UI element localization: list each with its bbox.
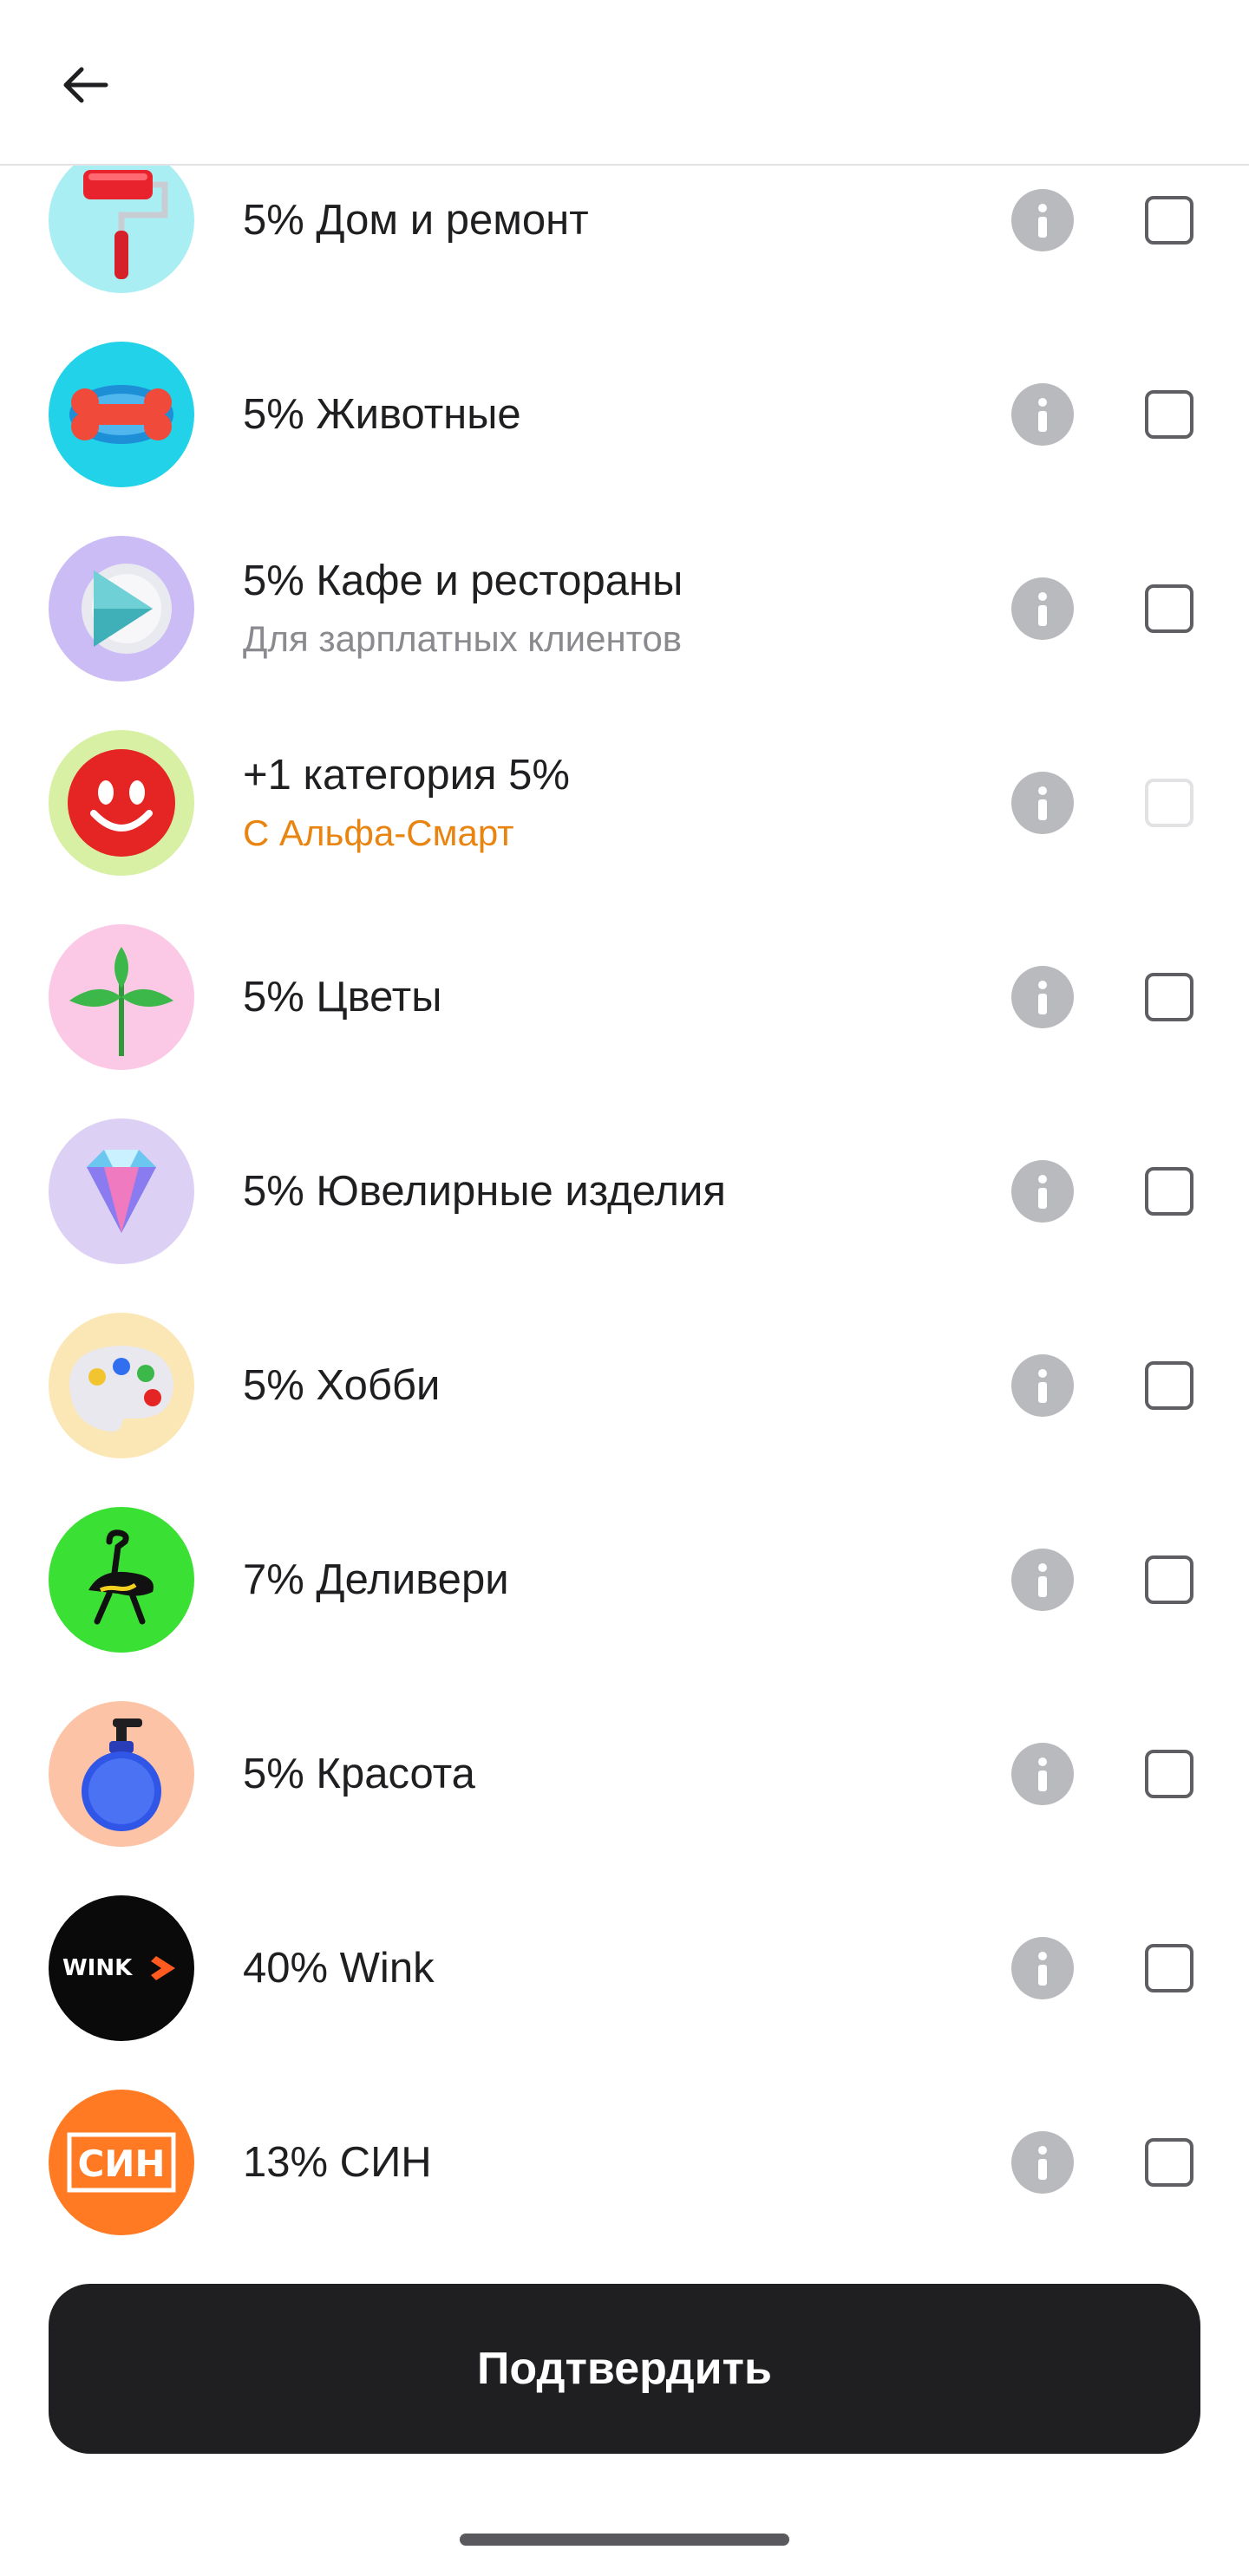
info-icon[interactable] xyxy=(1011,383,1074,446)
item-title: 13% СИН xyxy=(243,2139,432,2186)
info-icon[interactable] xyxy=(1011,577,1074,640)
item-title: 5% Дом и ремонт xyxy=(243,197,589,244)
item-text: 7% Деливери xyxy=(243,1483,989,1677)
palette-icon xyxy=(49,1313,194,1458)
item-checkbox[interactable] xyxy=(1145,1750,1193,1798)
item-title: 5% Животные xyxy=(243,391,521,438)
item-checkbox[interactable] xyxy=(1145,973,1193,1021)
ostrich-icon xyxy=(49,1507,194,1653)
list-item[interactable]: 5% Животные xyxy=(0,317,1249,512)
list-item[interactable]: СИН 13% СИН xyxy=(0,2065,1249,2254)
info-icon[interactable] xyxy=(1011,1160,1074,1223)
item-title: 5% Ювелирные изделия xyxy=(243,1168,726,1215)
info-icon[interactable] xyxy=(1011,189,1074,251)
item-checkbox[interactable] xyxy=(1145,584,1193,633)
item-text: 5% Красота xyxy=(243,1677,989,1871)
info-icon[interactable] xyxy=(1011,966,1074,1028)
list-item[interactable]: 5% Цветы xyxy=(0,900,1249,1094)
list-item[interactable]: +1 категория 5% С Альфа-Смарт xyxy=(0,706,1249,900)
item-text: 40% Wink xyxy=(243,1871,989,2065)
list-item[interactable]: 5% Красота xyxy=(0,1677,1249,1871)
info-icon[interactable] xyxy=(1011,772,1074,834)
item-title: 40% Wink xyxy=(243,1945,435,1992)
diamond-icon xyxy=(49,1118,194,1264)
item-subtitle: С Альфа-Смарт xyxy=(243,812,514,853)
item-text: 5% Хобби xyxy=(243,1288,989,1483)
item-text: 5% Кафе и рестораны Для зарплатных клиен… xyxy=(243,512,989,706)
item-title: 5% Хобби xyxy=(243,1362,441,1409)
item-title: +1 категория 5% xyxy=(243,752,570,799)
list-item[interactable]: WINK 40% Wink xyxy=(0,1871,1249,2065)
item-text: 5% Цветы xyxy=(243,900,989,1094)
item-checkbox[interactable] xyxy=(1145,1944,1193,1992)
item-checkbox[interactable] xyxy=(1145,1555,1193,1604)
item-text: 13% СИН xyxy=(243,2065,989,2254)
sprout-icon xyxy=(49,924,194,1070)
item-text: +1 категория 5% С Альфа-Смарт xyxy=(243,706,989,900)
item-checkbox[interactable] xyxy=(1145,1361,1193,1410)
list-item[interactable]: 5% Хобби xyxy=(0,1288,1249,1483)
item-checkbox[interactable] xyxy=(1145,390,1193,439)
paint-roller-icon xyxy=(49,147,194,293)
item-subtitle: Для зарплатных клиентов xyxy=(243,618,683,659)
smiley-icon xyxy=(49,730,194,876)
list-item[interactable]: 7% Деливери xyxy=(0,1483,1249,1677)
item-title: 5% Цветы xyxy=(243,974,442,1021)
item-checkbox[interactable] xyxy=(1145,2138,1193,2187)
category-list[interactable]: 5% Дом и ремонт 5% Животные 5% Кафе и ре… xyxy=(0,0,1249,2254)
home-indicator xyxy=(460,2534,789,2546)
play-plate-icon xyxy=(49,536,194,681)
item-checkbox[interactable] xyxy=(1145,1167,1193,1216)
info-icon[interactable] xyxy=(1011,1743,1074,1805)
bone-icon xyxy=(49,342,194,487)
info-icon[interactable] xyxy=(1011,2131,1074,2194)
app-bar xyxy=(0,0,1249,166)
confirm-button[interactable]: Подтвердить xyxy=(49,2284,1200,2454)
sin-logo-icon: СИН xyxy=(49,2090,194,2235)
item-title: 7% Деливери xyxy=(243,1556,509,1603)
item-checkbox-disabled xyxy=(1145,779,1193,827)
info-icon[interactable] xyxy=(1011,1354,1074,1417)
item-text: 5% Ювелирные изделия xyxy=(243,1094,989,1288)
wink-logo-text: WINK xyxy=(62,1955,133,1981)
wink-logo-icon: WINK xyxy=(49,1895,194,2041)
item-text: 5% Животные xyxy=(243,317,989,512)
list-item[interactable]: 5% Ювелирные изделия xyxy=(0,1094,1249,1288)
sin-logo-text: СИН xyxy=(77,2142,165,2185)
list-item[interactable]: 5% Кафе и рестораны Для зарплатных клиен… xyxy=(0,512,1249,706)
back-button[interactable] xyxy=(43,43,127,127)
item-title: 5% Красота xyxy=(243,1751,475,1797)
soap-bottle-icon xyxy=(49,1701,194,1847)
item-checkbox[interactable] xyxy=(1145,196,1193,245)
info-icon[interactable] xyxy=(1011,1937,1074,1999)
arrow-left-icon xyxy=(63,67,108,103)
info-icon[interactable] xyxy=(1011,1549,1074,1611)
item-title: 5% Кафе и рестораны xyxy=(243,558,683,604)
